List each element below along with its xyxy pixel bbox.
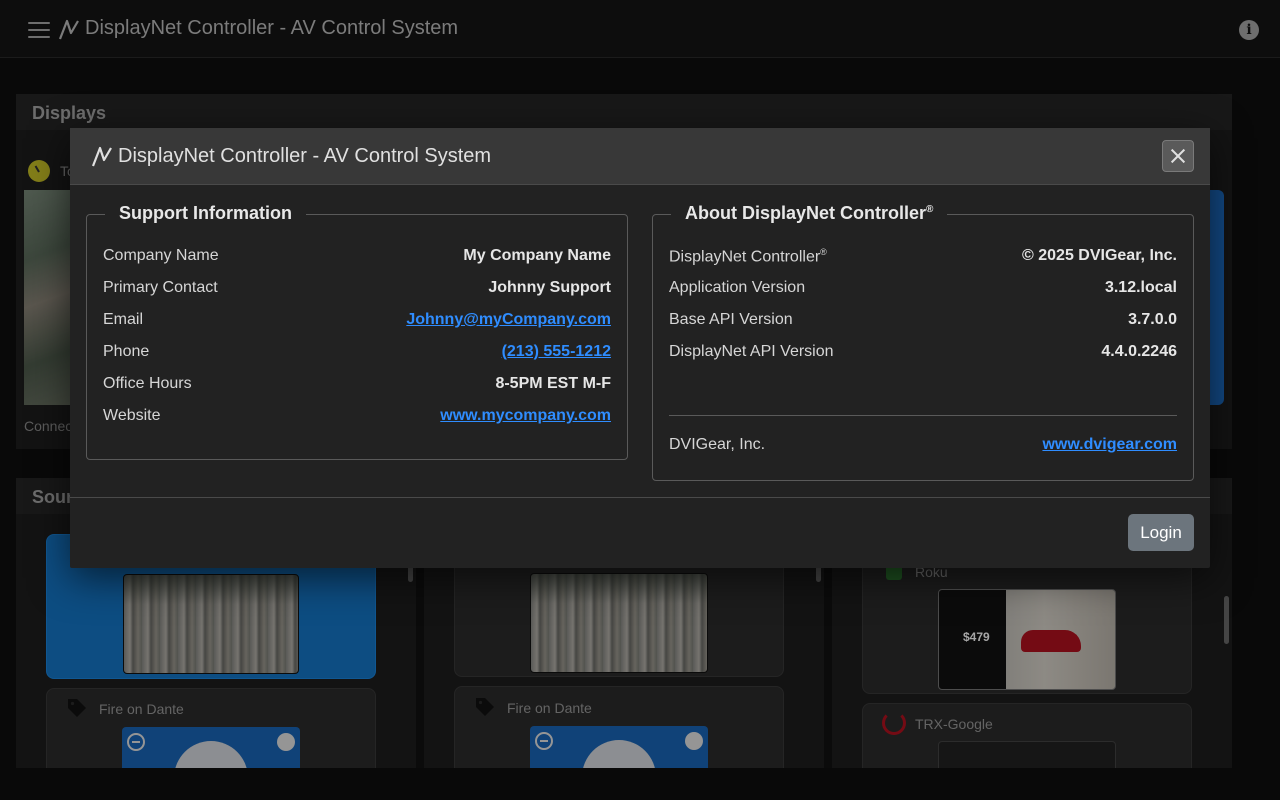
close-icon[interactable] bbox=[1162, 140, 1194, 172]
row-value: My Company Name bbox=[463, 247, 611, 264]
about-row-base-api: Base API Version 3.7.0.0 bbox=[669, 311, 1177, 333]
row-label: Website bbox=[103, 407, 161, 424]
row-label: Office Hours bbox=[103, 375, 192, 392]
row-value: 8-5PM EST M-F bbox=[495, 375, 611, 392]
support-information-legend: Support Information bbox=[105, 203, 306, 224]
row-label: Application Version bbox=[669, 279, 806, 296]
row-value: Johnny Support bbox=[488, 279, 611, 296]
login-button[interactable]: Login bbox=[1128, 514, 1194, 551]
support-row-email: Email Johnny@myCompany.com bbox=[103, 311, 611, 333]
registered-mark: ® bbox=[820, 247, 827, 257]
row-value: 3.12.local bbox=[1104, 279, 1177, 296]
about-box: About DisplayNet Controller® DisplayNet … bbox=[652, 203, 1194, 481]
email-link[interactable]: Johnny@myCompany.com bbox=[406, 311, 611, 329]
row-label: Primary Contact bbox=[103, 279, 218, 296]
phone-link[interactable]: (213) 555-1212 bbox=[502, 343, 611, 361]
support-row-contact: Primary Contact Johnny Support bbox=[103, 279, 611, 301]
row-label: Company Name bbox=[103, 247, 219, 264]
dvigear-link[interactable]: www.dvigear.com bbox=[1042, 436, 1177, 454]
support-row-phone: Phone (213) 555-1212 bbox=[103, 343, 611, 365]
dialog-title: DisplayNet Controller - AV Control Syste… bbox=[118, 145, 492, 167]
dialog-footer-divider bbox=[70, 497, 1210, 498]
about-divider bbox=[669, 415, 1177, 416]
row-value: © 2025 DVIGear, Inc. bbox=[1022, 247, 1177, 264]
row-label: DisplayNet API Version bbox=[669, 343, 834, 360]
row-label: Base API Version bbox=[669, 311, 793, 328]
row-value: 4.4.0.2246 bbox=[1101, 343, 1177, 360]
about-legend: About DisplayNet Controller® bbox=[671, 203, 948, 224]
support-information-box: Support Information Company Name My Comp… bbox=[86, 203, 628, 460]
about-row-app-version: Application Version 3.12.local bbox=[669, 279, 1177, 301]
support-row-website: Website www.mycompany.com bbox=[103, 407, 611, 429]
support-row-hours: Office Hours 8-5PM EST M-F bbox=[103, 375, 611, 397]
website-link[interactable]: www.mycompany.com bbox=[440, 407, 611, 425]
displaynet-logo-icon bbox=[91, 146, 112, 167]
about-row-company: DVIGear, Inc. www.dvigear.com bbox=[669, 436, 1177, 458]
support-row-company: Company Name My Company Name bbox=[103, 247, 611, 269]
about-dialog: DisplayNet Controller - AV Control Syste… bbox=[70, 128, 1210, 568]
about-legend-text: About DisplayNet Controller bbox=[685, 203, 927, 223]
row-label-text: DisplayNet Controller bbox=[669, 248, 821, 266]
about-row-displaynet-api: DisplayNet API Version 4.4.0.2246 bbox=[669, 343, 1177, 365]
dialog-header: DisplayNet Controller - AV Control Syste… bbox=[70, 128, 1210, 185]
row-value: 3.7.0.0 bbox=[1128, 311, 1177, 328]
row-label: Email bbox=[103, 311, 144, 328]
about-row-product: DisplayNet Controller® © 2025 DVIGear, I… bbox=[669, 247, 1177, 269]
registered-mark: ® bbox=[926, 204, 934, 215]
row-label: DVIGear, Inc. bbox=[669, 436, 766, 453]
row-label: Phone bbox=[103, 343, 150, 360]
row-label: DisplayNet Controller® bbox=[669, 247, 827, 266]
